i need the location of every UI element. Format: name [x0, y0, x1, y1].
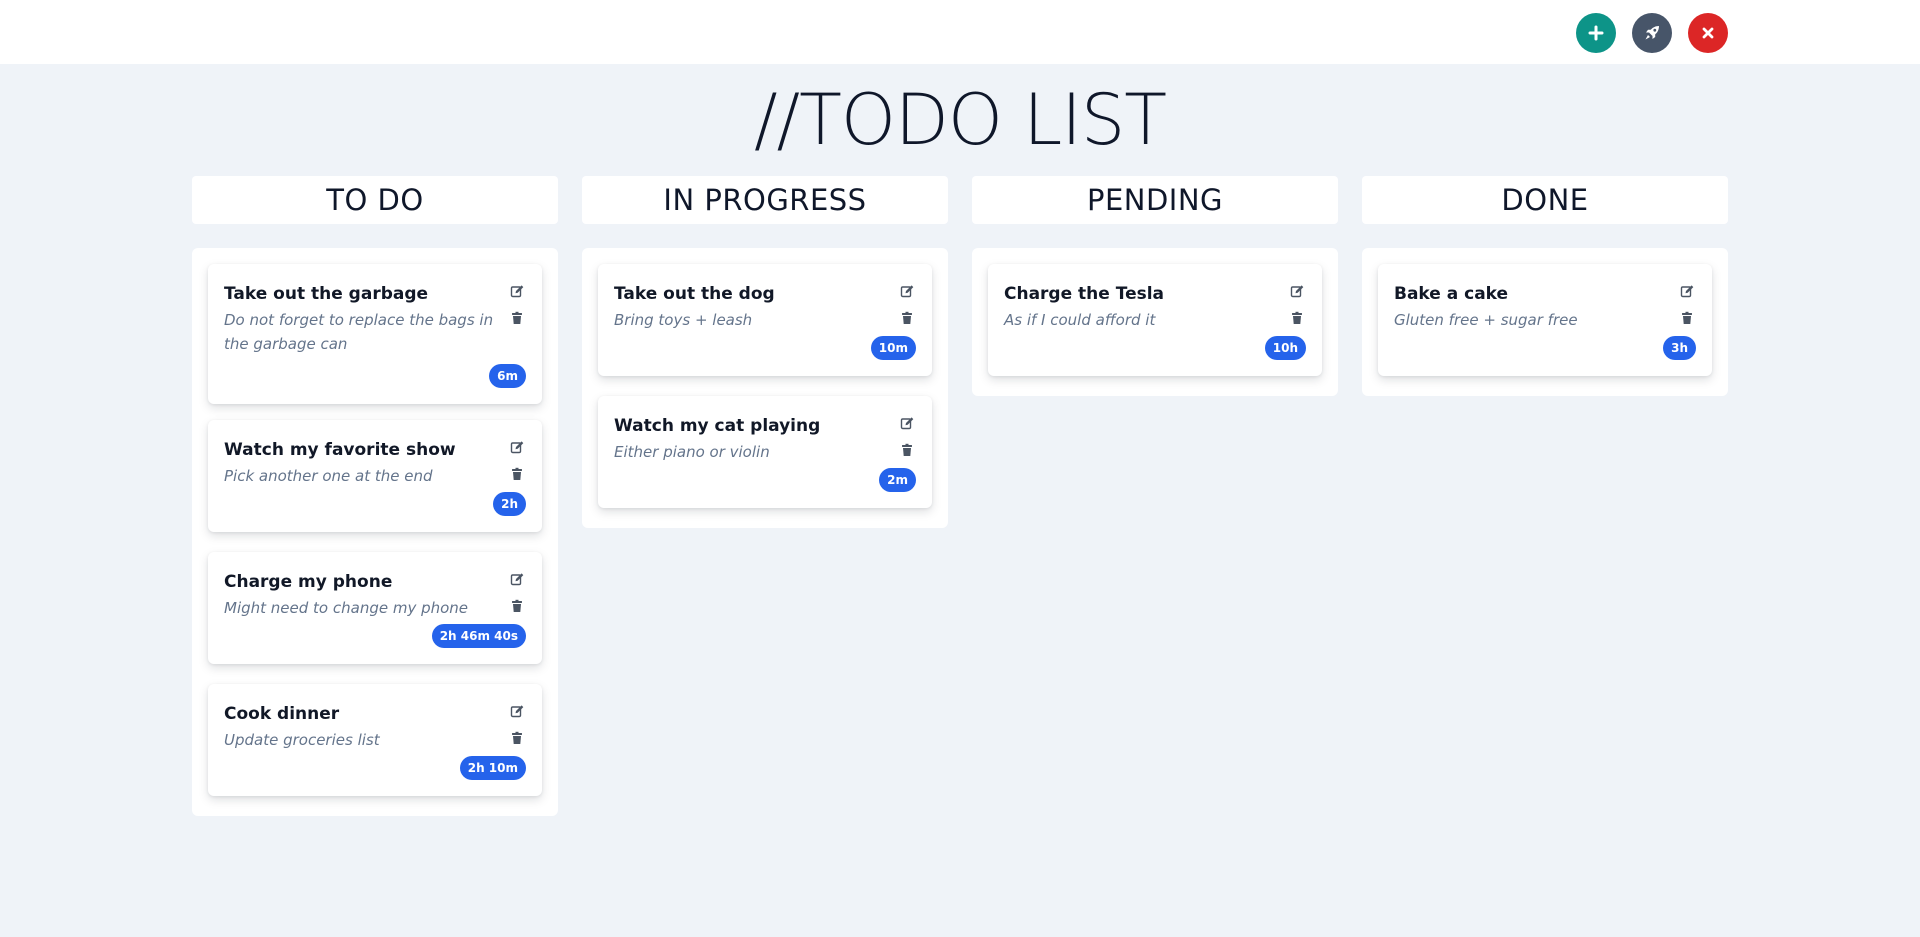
edit-icon[interactable]	[510, 704, 524, 718]
task-description: As if I could afford it	[1004, 311, 1156, 329]
trash-icon[interactable]	[510, 731, 524, 745]
close-button[interactable]	[1688, 13, 1728, 53]
time-badge: 6m	[489, 364, 526, 388]
time-badge: 2h	[493, 492, 526, 516]
time-badge: 3h	[1663, 336, 1696, 360]
trash-icon[interactable]	[900, 443, 914, 457]
time-badge: 2h 46m 40s	[431, 624, 526, 648]
task-title: Watch my cat playing	[614, 416, 821, 436]
launch-button[interactable]	[1632, 13, 1672, 53]
task-card[interactable]: Charge the Tesla As if I could afford it…	[988, 264, 1322, 376]
edit-icon[interactable]	[510, 284, 524, 298]
add-task-button[interactable]	[1576, 13, 1616, 53]
task-card[interactable]: Bake a cake Gluten free + sugar free 3h	[1378, 264, 1712, 376]
rocket-icon	[1645, 26, 1659, 40]
task-card[interactable]: Cook dinner Update groceries list 2h 10m	[208, 684, 542, 796]
edit-icon[interactable]	[1680, 284, 1694, 298]
trash-icon[interactable]	[900, 311, 914, 325]
column-in-progress[interactable]: Take out the dog Bring toys + leash 10m …	[582, 248, 948, 528]
column-todo[interactable]: Take out the garbage Do not forget to re…	[192, 248, 558, 816]
column-header-pending: PENDING	[972, 176, 1338, 224]
task-description: Update groceries list	[224, 731, 380, 749]
time-badge: 2h 10m	[459, 756, 526, 780]
trash-icon[interactable]	[510, 467, 524, 481]
time-badge: 2m	[879, 468, 916, 492]
task-description: Might need to change my phone	[224, 599, 469, 617]
task-card[interactable]: Watch my favorite show Pick another one …	[208, 420, 542, 532]
column-pending[interactable]: Charge the Tesla As if I could afford it…	[972, 248, 1338, 396]
task-title: Take out the garbage	[224, 284, 429, 304]
time-badge: 10h	[1264, 336, 1306, 360]
task-description: Gluten free + sugar free	[1394, 311, 1578, 329]
column-done[interactable]: Bake a cake Gluten free + sugar free 3h	[1362, 248, 1728, 396]
top-bar	[0, 0, 1920, 64]
edit-icon[interactable]	[510, 572, 524, 586]
task-title: Charge my phone	[224, 572, 393, 592]
task-description: Bring toys + leash	[614, 311, 753, 329]
plus-icon	[1588, 25, 1604, 41]
column-header-done: DONE	[1362, 176, 1728, 224]
edit-icon[interactable]	[900, 416, 914, 430]
close-icon	[1702, 27, 1714, 39]
task-title: Charge the Tesla	[1004, 284, 1165, 304]
trash-icon[interactable]	[1680, 311, 1694, 325]
task-description: Do not forget to replace the bags in the…	[224, 311, 494, 353]
task-title: Bake a cake	[1394, 284, 1509, 304]
edit-icon[interactable]	[510, 440, 524, 454]
column-header-in-progress: IN PROGRESS	[582, 176, 948, 224]
task-card[interactable]: Take out the garbage Do not forget to re…	[208, 264, 542, 404]
trash-icon[interactable]	[510, 599, 524, 613]
trash-icon[interactable]	[510, 311, 524, 325]
page-title: //TODO LIST	[753, 79, 1167, 161]
task-title: Cook dinner	[224, 704, 340, 724]
task-card[interactable]: Charge my phone Might need to change my …	[208, 552, 542, 664]
time-badge: 10m	[870, 336, 916, 360]
task-title: Take out the dog	[614, 284, 775, 304]
trash-icon[interactable]	[1290, 311, 1304, 325]
edit-icon[interactable]	[900, 284, 914, 298]
task-description: Either piano or violin	[614, 443, 770, 461]
task-card[interactable]: Take out the dog Bring toys + leash 10m	[598, 264, 932, 376]
task-description: Pick another one at the end	[224, 467, 433, 485]
edit-icon[interactable]	[1290, 284, 1304, 298]
task-card[interactable]: Watch my cat playing Either piano or vio…	[598, 396, 932, 508]
task-title: Watch my favorite show	[224, 440, 456, 460]
column-header-todo: TO DO	[192, 176, 558, 224]
